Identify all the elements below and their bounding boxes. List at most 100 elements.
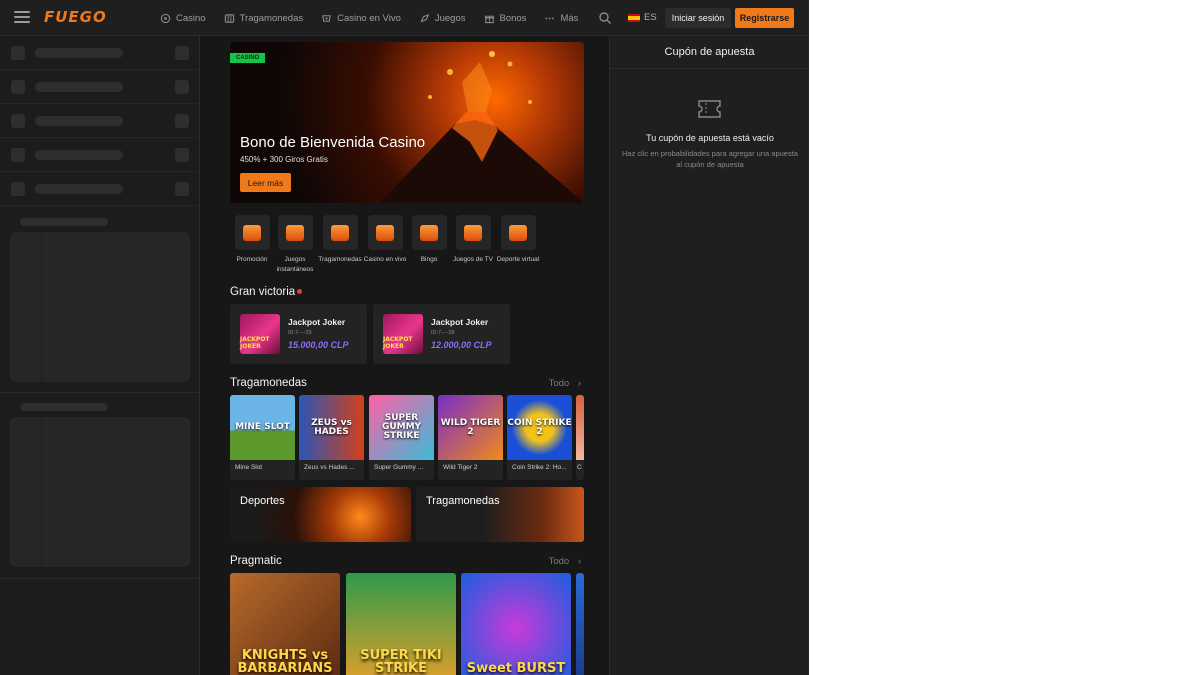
register-button[interactable]: Registrarse (735, 8, 794, 28)
slot-game-card[interactable]: MINE SLOT Mine Slot (230, 395, 295, 480)
nav-label: Casino (176, 12, 206, 24)
language-code: ES (644, 12, 657, 23)
nav-juegos[interactable]: Juegos (419, 13, 466, 24)
category-label: Juegos de TV (453, 256, 493, 263)
thumbnail-text: JACKPOT JOKER (383, 336, 413, 350)
live-dot-icon (297, 289, 303, 294)
rocket-icon (277, 215, 313, 250)
pragmatic-game-card[interactable]: SUPER TIKI STRIKE (346, 573, 456, 675)
win-player-id: ID:7----38 (431, 330, 455, 336)
slot-game-card[interactable]: ZEUS vs HADES Zeus vs Hades ... (299, 395, 364, 480)
category-bingo[interactable]: Bingo (407, 215, 451, 265)
game-art (576, 395, 584, 460)
slot-game-card[interactable]: SUPER GUMMY STRIKE Super Gummy ... (369, 395, 434, 480)
brand-logo[interactable]: FUEGO (44, 8, 107, 26)
skeleton-panel (10, 417, 190, 567)
casino-chip-icon (160, 13, 171, 23)
language-selector[interactable]: ES (628, 12, 657, 23)
app-window: FUEGO Casino Tragamonedas Casino en Vivo… (0, 0, 809, 675)
game-art: COIN STRIKE 2 (507, 395, 572, 460)
slot-game-card[interactable]: WILD TIGER 2 Wild Tiger 2 (438, 395, 503, 480)
banner-tag: CASINO (230, 53, 266, 63)
main-nav: Casino Tragamonedas Casino en Vivo Juego… (160, 0, 578, 36)
nav-mas[interactable]: Más (544, 13, 578, 24)
slot-machine-icon (224, 13, 234, 23)
game-art: MINE SLOT (230, 395, 295, 460)
tv-icon (455, 215, 491, 250)
pragmatic-game-card[interactable]: Sweet BURST (461, 573, 571, 675)
game-thumbnail: JACKPOT JOKER (383, 314, 423, 354)
nav-bonos[interactable]: Bonos (484, 12, 527, 24)
top-header: FUEGO Casino Tragamonedas Casino en Vivo… (0, 0, 809, 36)
slot-name: Coin Strike 2: Ho... (512, 464, 567, 471)
slot-name: Mine Slot (235, 464, 263, 471)
slots-carousel: MINE SLOT Mine Slot ZEUS vs HADES Zeus v… (230, 395, 590, 480)
win-game-name: Jackpot Joker (288, 317, 346, 327)
nav-casino-en-vivo[interactable]: Casino en Vivo (321, 13, 401, 24)
banner-title: Bono de Bienvenida Casino (240, 134, 426, 151)
read-more-button[interactable]: Leer más (240, 173, 291, 192)
slots-promo-card[interactable]: Tragamonedas (416, 487, 584, 542)
nav-casino[interactable]: Casino (160, 13, 206, 24)
pragmatic-game-card[interactable]: KNIGHTS vs BARBARIANS (230, 573, 340, 675)
search-icon[interactable] (598, 11, 612, 25)
skeleton-title (20, 403, 108, 411)
game-art: ZEUS vs HADES (299, 395, 364, 460)
promo-label: Tragamonedas (426, 495, 500, 507)
slots-heading: Tragamonedas (230, 377, 307, 389)
promo-label: Deportes (240, 495, 285, 507)
spain-flag-icon (628, 13, 640, 22)
bet-slip-title: Cupón de apuesta (610, 36, 809, 69)
more-dots-icon (545, 17, 555, 19)
category-shortcuts: Promoción Juegos instantáneos Tragamoned… (230, 215, 584, 275)
big-win-card[interactable]: JACKPOT JOKER Jackpot Joker ID:7----38 1… (373, 304, 510, 364)
nav-label: Bonos (499, 12, 527, 24)
slot-name: Zeus vs Hades ... (304, 464, 355, 471)
category-deporte-virtual[interactable]: Deporte virtual (496, 215, 540, 265)
sidebar-skeleton (0, 36, 200, 675)
win-game-name: Jackpot Joker (431, 317, 489, 327)
skeleton-row (0, 36, 200, 70)
login-button[interactable]: Iniciar sesión (665, 8, 731, 28)
skeleton-row (0, 172, 200, 206)
chevron-right-icon: › (577, 378, 581, 389)
category-label: Tragamonedas (318, 256, 362, 263)
category-label: Deporte virtual (496, 256, 540, 263)
category-promocion[interactable]: Promoción (230, 215, 274, 265)
pragmatic-heading: Pragmatic (230, 555, 282, 567)
slots-see-all-link[interactable]: Todo › (549, 378, 581, 389)
art-title: Sweet BURST (466, 661, 566, 675)
hamburger-menu-icon[interactable] (14, 11, 30, 25)
art-title: KNIGHTS vs BARBARIANS (237, 648, 333, 675)
gift-icon (484, 15, 494, 23)
win-player-id: ID:7----39 (288, 330, 312, 336)
pragmatic-game-card[interactable] (576, 573, 584, 675)
chevron-right-icon: › (577, 556, 581, 567)
live-casino-icon (322, 14, 331, 22)
category-juegos-de-tv[interactable]: Juegos de TV (451, 215, 495, 265)
thumbnail-text: JACKPOT JOKER (240, 336, 270, 350)
divider (0, 578, 200, 579)
pragmatic-see-all-link[interactable]: Todo › (549, 556, 581, 567)
divider (0, 392, 200, 393)
slot-game-card[interactable]: C (576, 395, 584, 480)
big-win-heading: Gran victoria (230, 286, 303, 298)
see-all-label: Todo (548, 556, 570, 567)
nav-tragamonedas[interactable]: Tragamonedas (224, 13, 303, 24)
section-title: Gran victoria (230, 286, 296, 298)
category-juegos-instantaneos[interactable]: Juegos instantáneos (273, 215, 317, 275)
category-label: Promoción (236, 256, 268, 263)
bet-slip-panel: Cupón de apuesta Tu cupón de apuesta est… (609, 36, 809, 675)
slot-game-card[interactable]: COIN STRIKE 2 Coin Strike 2: Ho... (507, 395, 572, 480)
big-win-card[interactable]: JACKPOT JOKER Jackpot Joker ID:7----39 1… (230, 304, 367, 364)
game-thumbnail: JACKPOT JOKER (240, 314, 280, 354)
gift-box-icon (234, 215, 270, 250)
category-tragamonedas[interactable]: Tragamonedas (318, 215, 362, 265)
skeleton-row (0, 104, 200, 138)
sports-promo-card[interactable]: Deportes (230, 487, 411, 542)
slot-name: Wild Tiger 2 (443, 464, 478, 471)
slot-name: Super Gummy ... (374, 464, 424, 471)
category-casino-en-vivo[interactable]: Casino en vivo (363, 215, 407, 265)
art-title: SUPER TIKI STRIKE (360, 648, 442, 675)
welcome-bonus-banner[interactable]: CASINO Bono de Bienvenida Casino 450% + … (230, 42, 584, 203)
